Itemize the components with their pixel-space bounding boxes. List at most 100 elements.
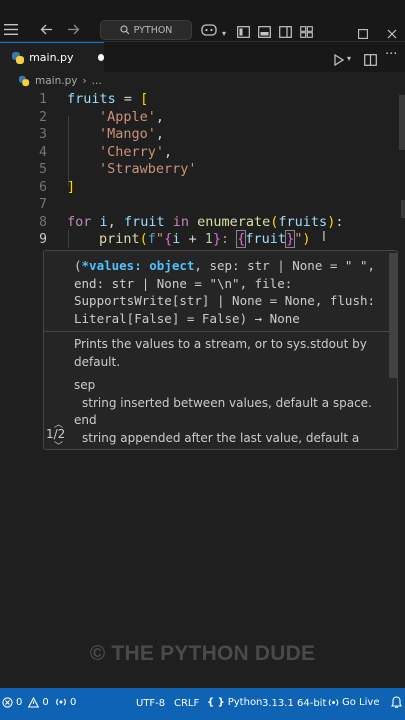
search-icon [119, 25, 129, 35]
ports-indicator[interactable]: 0 [55, 697, 76, 708]
go-live-label: Go Live [342, 697, 380, 708]
keyword: for [67, 213, 92, 230]
breadcrumb-file[interactable]: main.py [35, 75, 77, 87]
text-cursor-icon: I [322, 230, 326, 245]
operator: = [115, 91, 141, 107]
tab-main-py[interactable]: main.py [0, 42, 104, 72]
breadcrumb-separator: › [82, 75, 87, 87]
eol-selector[interactable]: CRLF [174, 698, 199, 709]
command-center-search[interactable]: PYTHON [100, 20, 192, 40]
language-mode-selector[interactable]: { } Python [207, 697, 262, 708]
param-name: sep [74, 378, 96, 392]
python-file-icon [12, 51, 25, 64]
popup-scrollbar[interactable] [389, 253, 397, 378]
comma: , [155, 126, 165, 142]
watermark: © THE PYTHON DUDE [89, 642, 316, 665]
line-number: 7 [39, 197, 47, 212]
python-file-icon [18, 75, 30, 87]
line-number: 1 [39, 92, 47, 107]
code-line-4: 'Cherry', [99, 144, 172, 160]
restore-icon[interactable] [358, 24, 368, 43]
function-name: print [99, 231, 140, 247]
status-bar: 0 0 0 UTF-8 CRLF { } Python 3.13.1 64-bi… [0, 688, 405, 720]
warning-icon [28, 697, 40, 708]
parameter-docs: sep string inserted between values, defa… [74, 377, 394, 450]
line-number-active: 9 [39, 232, 47, 247]
identifier: fruits [278, 213, 328, 230]
signature-paren: ( [74, 258, 82, 273]
line-number: 2 [39, 109, 47, 125]
ports-count: 0 [70, 697, 77, 708]
tab-bar: main.py ▾ ··· [0, 42, 405, 72]
run-play-icon[interactable] [334, 51, 345, 70]
identifier: i [99, 213, 108, 230]
identifier: fruit [123, 213, 165, 230]
string-literal: : [221, 231, 238, 247]
customize-layout-icon[interactable] [300, 23, 313, 42]
string-literal: 'Cherry' [99, 143, 165, 160]
broadcast-icon [56, 698, 66, 706]
signature-description: Prints the values to a stream, or to sys… [74, 337, 367, 369]
breadcrumb: main.py › ... [0, 72, 405, 90]
error-count: 0 [16, 697, 23, 708]
run-chevron-down-icon[interactable]: ▾ [347, 52, 351, 66]
tab-label: main.py [29, 51, 74, 64]
code-line-6: ] [67, 179, 75, 195]
keyword: in [172, 213, 189, 230]
braces-icon: { } [207, 697, 225, 708]
fstring-prefix: f [147, 231, 156, 247]
identifier: fruit [245, 231, 287, 247]
line-number: 6 [39, 179, 47, 195]
bracket: ] [67, 178, 76, 195]
copilot-icon[interactable] [200, 23, 218, 40]
string-literal: 'Apple' [99, 108, 156, 125]
code-line-1: fruits = [ [67, 91, 148, 107]
breadcrumb-more[interactable]: ... [92, 75, 102, 87]
signature-text: (*values: object, sep: str | None = " ",… [74, 257, 389, 327]
split-editor-icon[interactable] [364, 51, 377, 70]
interpreter-selector[interactable]: 3.13.1 64-bit [262, 698, 326, 709]
language-label: Python [227, 697, 263, 708]
line-number: 8 [39, 214, 47, 230]
comma: , [164, 143, 173, 160]
chevron-down-icon[interactable]: ▾ [222, 27, 226, 41]
identifier: fruits [67, 91, 116, 107]
bracket: [ [140, 91, 149, 107]
line-number: 4 [39, 144, 47, 160]
close-icon[interactable] [387, 24, 397, 43]
warning-count: 0 [42, 697, 49, 708]
back-arrow-icon[interactable] [40, 24, 53, 39]
comma: , [155, 108, 165, 125]
param-desc: string inserted between values, default … [82, 395, 372, 410]
problems-indicator[interactable]: 0 0 [2, 697, 49, 708]
number-literal: 1 [204, 231, 213, 247]
more-actions-icon[interactable]: ··· [385, 48, 397, 62]
string-quote: " [155, 231, 165, 247]
signal-icon [328, 699, 339, 706]
panel-toggle-icon[interactable] [258, 23, 271, 42]
signature-help-popup: (*values: object, sep: str | None = " ",… [43, 250, 398, 450]
line-number: 3 [39, 127, 47, 142]
go-live-button[interactable]: Go Live [328, 697, 379, 708]
title-bar: PYTHON ▾ [0, 0, 405, 44]
indent-guide [68, 116, 69, 186]
operator: + [180, 231, 205, 247]
chevron-down-icon[interactable]: ﹀ [54, 439, 63, 449]
forward-arrow-icon[interactable] [67, 24, 80, 39]
unsaved-indicator[interactable] [97, 54, 104, 61]
secondary-sidebar-icon[interactable] [279, 23, 292, 42]
code-line-8: for i, fruit in enumerate(fruits): [67, 213, 344, 230]
hamburger-menu-icon[interactable] [4, 24, 18, 39]
indent-guide [68, 230, 69, 248]
divider [44, 331, 397, 332]
param-name: end [74, 413, 97, 427]
encoding-selector[interactable]: UTF-8 [136, 698, 165, 709]
error-icon [2, 697, 13, 708]
param-desc: string appended after the last value, de… [82, 430, 360, 450]
code-line-2: 'Apple', [99, 109, 164, 125]
notifications-bell-icon[interactable] [391, 696, 402, 712]
editor-scrollbar[interactable] [399, 95, 405, 150]
code-line-3: 'Mango', [99, 126, 164, 142]
layout-toggle-icon[interactable] [237, 23, 250, 42]
function-name: enumerate [197, 213, 271, 230]
